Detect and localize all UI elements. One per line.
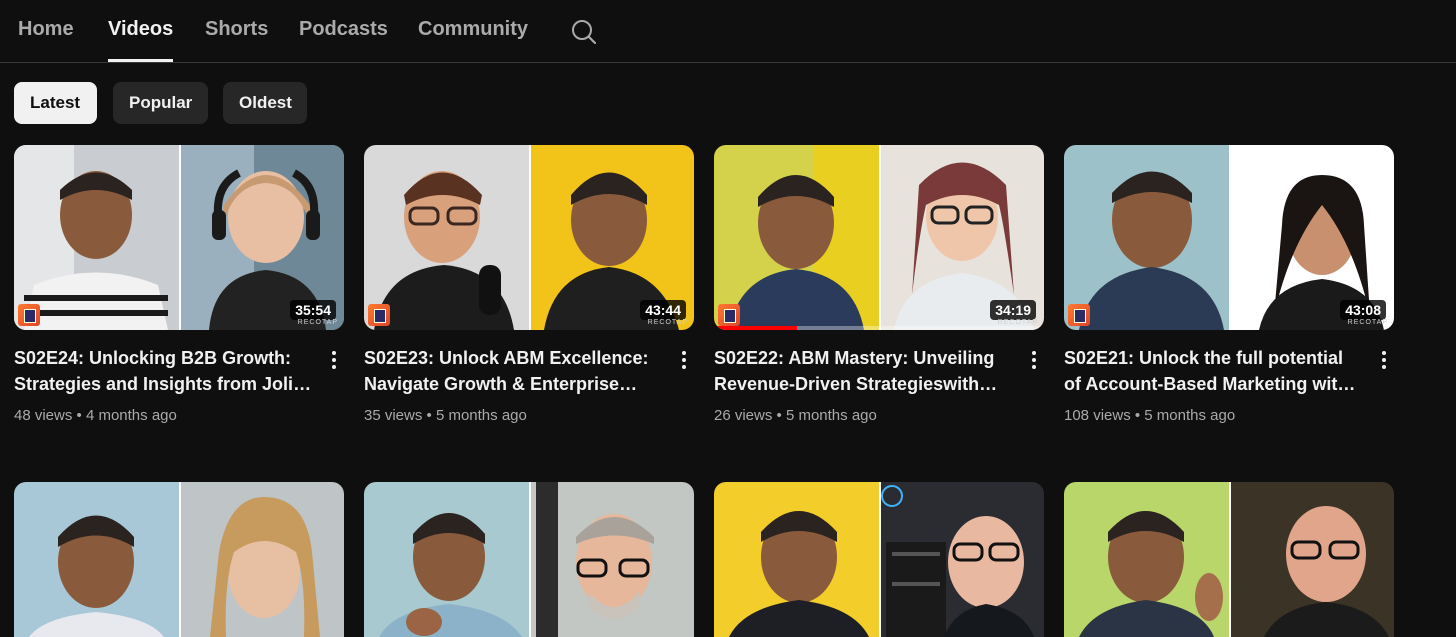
upload-age: 4 months ago bbox=[85, 407, 177, 424]
watch-progress-bar bbox=[714, 326, 1044, 330]
video-duration: 43:44 bbox=[640, 300, 686, 320]
video-duration: 35:54 bbox=[290, 300, 336, 320]
video-duration: 43:08 bbox=[1340, 300, 1386, 320]
video-title[interactable]: S02E21: Unlock the full potential of Acc… bbox=[1064, 345, 1364, 397]
video-thumbnail[interactable] bbox=[14, 482, 344, 637]
video-thumbnail[interactable] bbox=[1064, 482, 1394, 637]
video-thumbnail[interactable]: 35:54 RECOTAP bbox=[14, 145, 344, 330]
video-thumbnail[interactable]: 43:08 RECOTAP bbox=[1064, 145, 1394, 330]
more-options-icon[interactable] bbox=[676, 349, 692, 373]
channel-logo-icon bbox=[18, 304, 40, 326]
upload-age: 5 months ago bbox=[435, 407, 527, 424]
view-count: 35 views bbox=[364, 407, 423, 424]
channel-logo-icon bbox=[718, 304, 740, 326]
video-title[interactable]: S02E23: Unlock ABM Excellence: Navigate … bbox=[364, 345, 664, 397]
view-count: 108 views bbox=[1064, 407, 1131, 424]
tab-community[interactable]: Community bbox=[418, 18, 528, 41]
view-count: 48 views bbox=[14, 407, 73, 424]
watermark: RECOTAP bbox=[297, 319, 338, 326]
watermark: RECOTAP bbox=[647, 319, 688, 326]
video-meta: 108 views • 5 months ago bbox=[1064, 407, 1236, 424]
watermark: RECOTAP bbox=[997, 319, 1038, 326]
tab-videos[interactable]: Videos bbox=[108, 18, 174, 62]
video-title[interactable]: S02E24: Unlocking B2B Growth: Strategies… bbox=[14, 345, 314, 397]
video-meta: 35 views • 5 months ago bbox=[364, 407, 527, 424]
chip-oldest[interactable]: Oldest bbox=[223, 82, 307, 124]
video-title[interactable]: S02E22: ABM Mastery: Unveiling Revenue-D… bbox=[714, 345, 1014, 397]
tab-home[interactable]: Home bbox=[18, 18, 74, 41]
more-options-icon[interactable] bbox=[1376, 349, 1392, 373]
search-icon[interactable] bbox=[570, 18, 598, 46]
view-count: 26 views bbox=[714, 407, 773, 424]
video-duration: 34:19 bbox=[990, 300, 1036, 320]
channel-logo-icon bbox=[1068, 304, 1090, 326]
chip-latest[interactable]: Latest bbox=[14, 82, 97, 124]
video-thumbnail[interactable]: 34:19 RECOTAP bbox=[714, 145, 1044, 330]
video-meta: 48 views • 4 months ago bbox=[14, 407, 177, 424]
tab-shorts[interactable]: Shorts bbox=[205, 18, 268, 41]
video-meta: 26 views • 5 months ago bbox=[714, 407, 877, 424]
upload-age: 5 months ago bbox=[785, 407, 877, 424]
video-thumbnail[interactable] bbox=[364, 482, 694, 637]
channel-tabs: Home Videos Shorts Podcasts Community bbox=[0, 0, 1456, 63]
tab-podcasts[interactable]: Podcasts bbox=[299, 18, 388, 41]
video-thumbnail[interactable] bbox=[714, 482, 1044, 637]
watermark: RECOTAP bbox=[1347, 319, 1388, 326]
channel-logo-icon bbox=[368, 304, 390, 326]
upload-age: 5 months ago bbox=[1144, 407, 1236, 424]
video-thumbnail[interactable]: 43:44 RECOTAP bbox=[364, 145, 694, 330]
chip-popular[interactable]: Popular bbox=[113, 82, 208, 124]
more-options-icon[interactable] bbox=[1026, 349, 1042, 373]
more-options-icon[interactable] bbox=[326, 349, 342, 373]
